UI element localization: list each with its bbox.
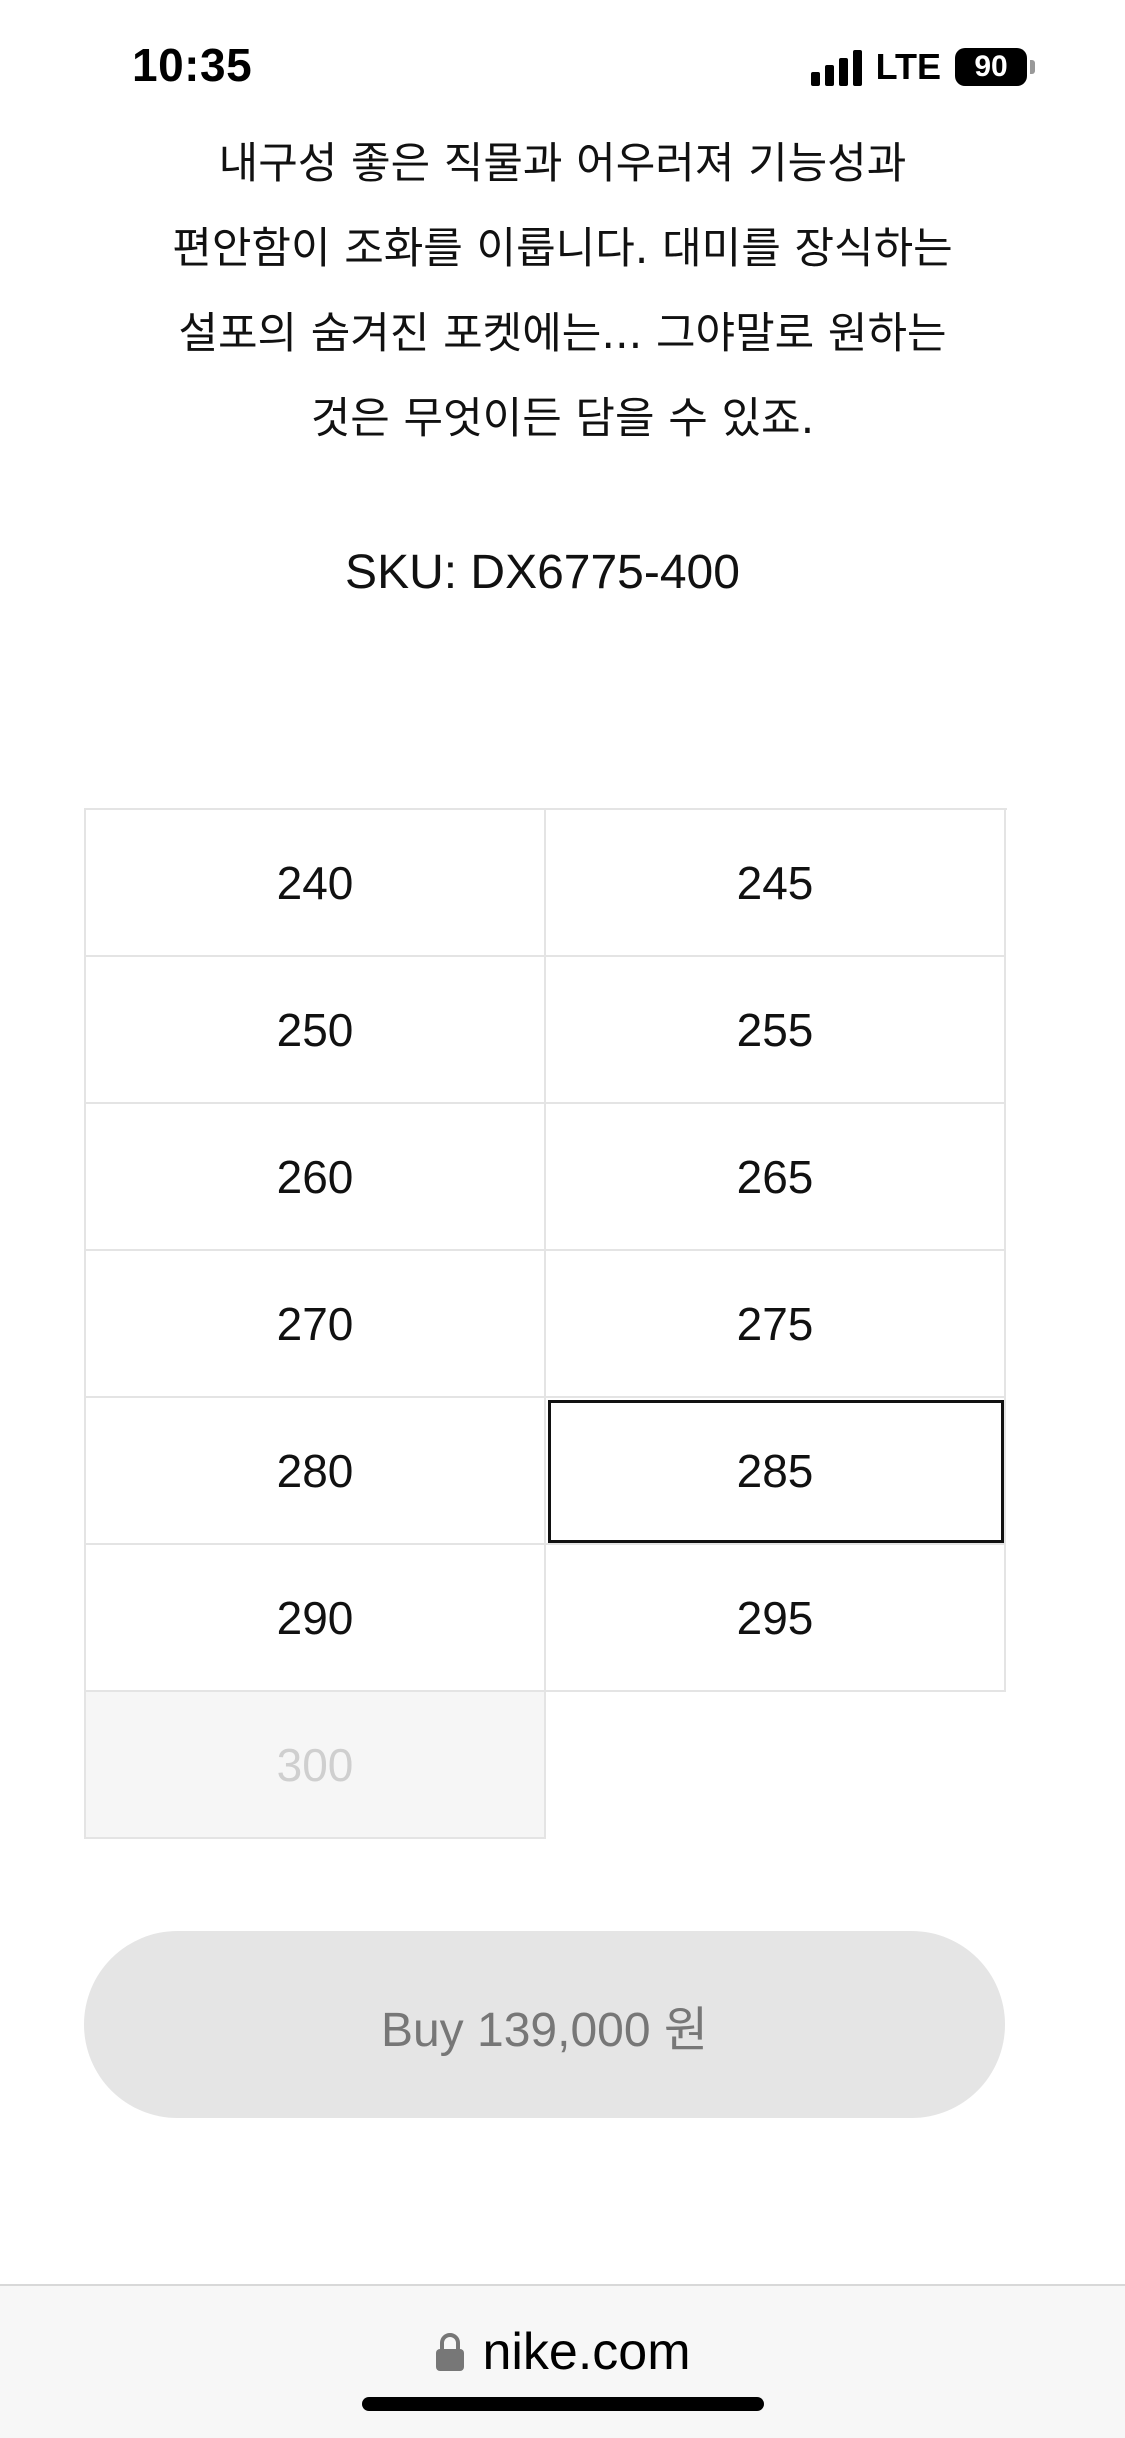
size-option-270[interactable]: 270 xyxy=(86,1251,546,1398)
status-time: 10:35 xyxy=(132,39,253,91)
battery-level: 90 xyxy=(955,48,1027,86)
product-sku: SKU: DX6775-400 xyxy=(345,546,740,599)
size-option-250[interactable]: 250 xyxy=(86,957,546,1104)
size-option-295[interactable]: 295 xyxy=(546,1545,1006,1692)
cellular-signal-icon xyxy=(810,48,862,86)
size-option-290[interactable]: 290 xyxy=(86,1545,546,1692)
browser-address-bar[interactable]: nike.com xyxy=(0,2284,1125,2438)
size-option-240[interactable]: 240 xyxy=(86,810,546,957)
size-option-245[interactable]: 245 xyxy=(546,810,1006,957)
battery-cap xyxy=(1030,60,1035,74)
product-description: 내구성 좋은 직물과 어우러져 기능성과 편안함이 조화를 이룹니다. 대미를 … xyxy=(90,122,1035,462)
size-selector-grid: 240 245 250 255 260 265 270 275 280 285 290 295 300 xyxy=(84,808,1007,1839)
size-option-265[interactable]: 265 xyxy=(546,1104,1006,1251)
size-option-285[interactable]: 285 xyxy=(546,1398,1006,1545)
size-option-260[interactable]: 260 xyxy=(86,1104,546,1251)
lock-icon xyxy=(436,2333,465,2371)
size-option-300: 300 xyxy=(86,1692,546,1839)
status-bar: 10:35 LTE 90 xyxy=(0,0,1125,130)
url-display[interactable]: nike.com xyxy=(0,2322,1125,2382)
buy-button[interactable]: Buy 139,000 원 xyxy=(84,1931,1005,2118)
size-option-280[interactable]: 280 xyxy=(86,1398,546,1545)
size-option-275[interactable]: 275 xyxy=(546,1251,1006,1398)
network-type: LTE xyxy=(875,46,941,87)
home-indicator[interactable] xyxy=(362,2397,764,2411)
description-line: 편안함이 조화를 이룹니다. 대미를 장식하는 xyxy=(172,224,953,274)
description-line: 것은 무엇이든 담을 수 있죠. xyxy=(310,394,815,444)
description-line: 내구성 좋은 직물과 어우러져 기능성과 xyxy=(218,139,907,189)
status-indicators: LTE 90 xyxy=(810,46,1035,88)
url-text: nike.com xyxy=(482,2323,691,2381)
description-line: 설포의 숨겨진 포켓에는... 그야말로 원하는 xyxy=(178,309,947,359)
size-option-255[interactable]: 255 xyxy=(546,957,1006,1104)
battery-icon: 90 xyxy=(955,48,1035,86)
